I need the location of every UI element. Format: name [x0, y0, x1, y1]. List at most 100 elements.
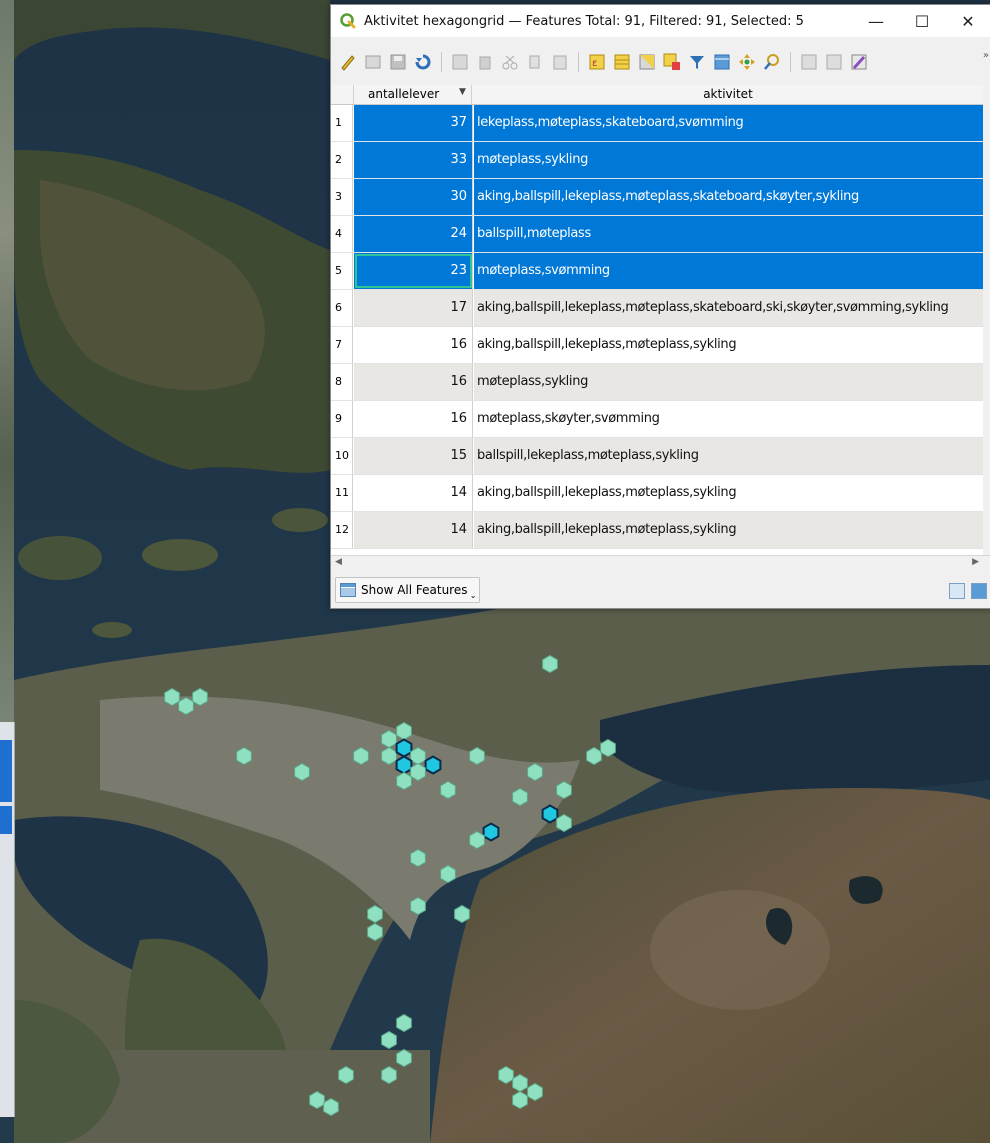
hexagon-cell[interactable] — [396, 1013, 412, 1033]
hexagon-cell[interactable] — [164, 687, 180, 707]
cell-aktivitet[interactable]: aking,ballspill,lekeplass,møteplass,sykl… — [474, 512, 983, 548]
maximize-button[interactable]: ☐ — [899, 5, 945, 37]
form-view-icon[interactable] — [949, 583, 965, 599]
row-number[interactable]: 4 — [331, 216, 353, 252]
hexagon-cell[interactable] — [469, 830, 485, 850]
table-row[interactable]: 5 23 møteplass,svømming — [331, 253, 983, 290]
cell-antallelever[interactable]: 16 — [354, 364, 473, 400]
hexagon-cell-selected[interactable] — [482, 822, 500, 842]
move-selection-to-top-icon[interactable] — [711, 51, 733, 73]
cell-antallelever[interactable]: 14 — [354, 512, 473, 548]
multi-edit-icon[interactable] — [362, 51, 384, 73]
delete-field-icon[interactable] — [823, 51, 845, 73]
delete-feature-icon[interactable] — [474, 51, 496, 73]
attribute-table[interactable]: antallelever ▼ aktivitet 1 37 lekeplass,mø… — [331, 85, 983, 568]
copy-icon[interactable] — [524, 51, 546, 73]
select-by-expression-icon[interactable]: ε — [586, 51, 608, 73]
minimize-button[interactable]: — — [853, 5, 899, 37]
hexagon-cell[interactable] — [586, 746, 602, 766]
hexagon-cell[interactable] — [367, 922, 383, 942]
cell-aktivitet[interactable]: ballspill,møteplass — [474, 216, 983, 252]
cell-antallelever[interactable]: 24 — [354, 216, 473, 252]
cell-antallelever[interactable]: 37 — [354, 105, 473, 141]
table-row[interactable]: 2 33 møteplass,sykling — [331, 142, 983, 179]
save-edits-icon[interactable] — [387, 51, 409, 73]
row-number[interactable]: 8 — [331, 364, 353, 400]
cell-antallelever[interactable]: 14 — [354, 475, 473, 511]
hexagon-cell[interactable] — [512, 787, 528, 807]
row-number[interactable]: 2 — [331, 142, 353, 178]
hexagon-cell[interactable] — [542, 654, 558, 674]
table-row[interactable]: 11 14 aking,ballspill,lekeplass,møteplass,… — [331, 475, 983, 512]
cell-aktivitet[interactable]: aking,ballspill,lekeplass,møteplass,skat… — [474, 290, 983, 326]
row-number[interactable]: 11 — [331, 475, 353, 511]
hexagon-cell[interactable] — [556, 780, 572, 800]
hexagon-cell[interactable] — [498, 1065, 514, 1085]
hexagon-cell[interactable] — [381, 746, 397, 766]
hexagon-cell[interactable] — [512, 1073, 528, 1093]
cell-antallelever[interactable]: 17 — [354, 290, 473, 326]
new-field-icon[interactable] — [798, 51, 820, 73]
hexagon-cell[interactable] — [396, 771, 412, 791]
cell-aktivitet[interactable]: møteplass,svømming — [474, 253, 983, 289]
toolbar-overflow-icon[interactable]: » — [983, 50, 989, 61]
scroll-left-icon[interactable]: ◀ — [335, 557, 342, 567]
pan-to-selection-icon[interactable] — [736, 51, 758, 73]
hexagon-cell[interactable] — [440, 864, 456, 884]
reload-icon[interactable] — [412, 51, 434, 73]
close-button[interactable]: ✕ — [945, 5, 990, 37]
hexagon-cell[interactable] — [381, 1030, 397, 1050]
hexagon-cell[interactable] — [527, 762, 543, 782]
hexagon-cell[interactable] — [236, 746, 252, 766]
cell-aktivitet[interactable]: møteplass,sykling — [474, 364, 983, 400]
cell-aktivitet[interactable]: aking,ballspill,lekeplass,møteplass,sykl… — [474, 475, 983, 511]
column-header-antallelever[interactable]: antallelever — [354, 85, 472, 104]
hexagon-cell[interactable] — [192, 687, 208, 707]
table-row[interactable]: 6 17 aking,ballspill,lekeplass,møteplass,s… — [331, 290, 983, 327]
row-number[interactable]: 1 — [331, 105, 353, 141]
cell-aktivitet[interactable]: aking,ballspill,lekeplass,møteplass,skat… — [474, 179, 983, 215]
cell-aktivitet[interactable]: møteplass,sykling — [474, 142, 983, 178]
hexagon-cell[interactable] — [367, 904, 383, 924]
table-row[interactable]: 7 16 aking,ballspill,lekeplass,møteplass,s… — [331, 327, 983, 364]
table-row[interactable]: 10 15 ballspill,lekeplass,møteplass,syklin… — [331, 438, 983, 475]
hexagon-cell[interactable] — [512, 1090, 528, 1110]
hexagon-cell[interactable] — [410, 848, 426, 868]
column-header-aktivitet[interactable]: aktivitet — [473, 85, 983, 104]
zoom-to-selection-icon[interactable] — [761, 51, 783, 73]
hexagon-cell[interactable] — [353, 746, 369, 766]
filter-icon[interactable] — [686, 51, 708, 73]
cell-antallelever[interactable]: 30 — [354, 179, 473, 215]
vertical-scrollbar[interactable] — [983, 85, 990, 568]
select-all-icon[interactable] — [611, 51, 633, 73]
table-row[interactable]: 3 30 aking,ballspill,lekeplass,møteplass,s… — [331, 179, 983, 216]
row-number[interactable]: 10 — [331, 438, 353, 474]
row-number[interactable]: 12 — [331, 512, 353, 548]
show-all-features-button[interactable]: Show All Features ⌄ — [335, 577, 481, 603]
hexagon-cell[interactable] — [323, 1097, 339, 1117]
table-row[interactable]: 12 14 aking,ballspill,lekeplass,møteplass,… — [331, 512, 983, 549]
row-number[interactable]: 9 — [331, 401, 353, 437]
add-feature-icon[interactable] — [449, 51, 471, 73]
paste-icon[interactable] — [549, 51, 571, 73]
header-corner[interactable] — [331, 85, 354, 104]
hexagon-cell[interactable] — [556, 813, 572, 833]
scroll-right-icon[interactable]: ▶ — [972, 557, 979, 567]
cell-aktivitet[interactable]: ballspill,lekeplass,møteplass,sykling — [474, 438, 983, 474]
invert-selection-icon[interactable] — [636, 51, 658, 73]
hexagon-cell[interactable] — [410, 762, 426, 782]
cell-antallelever[interactable]: 16 — [354, 327, 473, 363]
hexagon-cell[interactable] — [469, 746, 485, 766]
cell-antallelever[interactable]: 33 — [354, 142, 473, 178]
hexagon-cell-selected[interactable] — [395, 738, 413, 758]
deselect-all-icon[interactable] — [661, 51, 683, 73]
cell-aktivitet[interactable]: lekeplass,møteplass,skateboard,svømming — [474, 105, 983, 141]
hexagon-cell-selected[interactable] — [541, 804, 559, 824]
hexagon-cell-selected[interactable] — [395, 755, 413, 775]
row-number[interactable]: 3 — [331, 179, 353, 215]
hexagon-cell[interactable] — [294, 762, 310, 782]
hexagon-cell[interactable] — [454, 904, 470, 924]
hexagon-cell[interactable] — [396, 721, 412, 741]
row-number[interactable]: 6 — [331, 290, 353, 326]
hexagon-cell[interactable] — [309, 1090, 325, 1110]
